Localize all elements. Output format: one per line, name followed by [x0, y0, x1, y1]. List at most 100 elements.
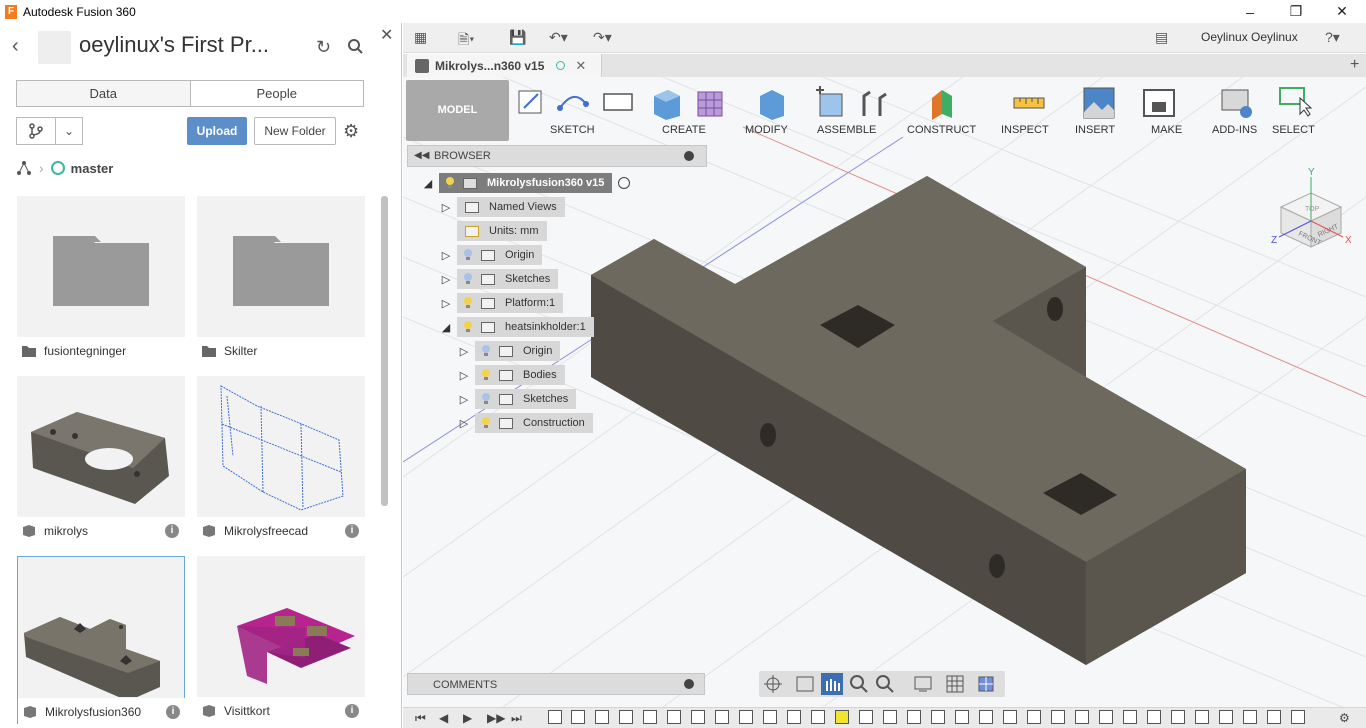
tree-item[interactable]: ◢ heatsinkholder:1: [439, 317, 594, 337]
timeline-feature[interactable]: [643, 710, 657, 724]
timeline-feature[interactable]: [691, 710, 705, 724]
rectangle-icon[interactable]: [602, 86, 634, 116]
tree-item[interactable]: ▷ Sketches: [457, 389, 577, 409]
data-item-card[interactable]: Visittkort i: [197, 556, 365, 724]
timeline-feature[interactable]: [811, 710, 825, 724]
info-icon[interactable]: i: [166, 705, 180, 719]
timeline-play-icon[interactable]: ▶: [463, 711, 472, 725]
tree-item-pill[interactable]: Sketches: [457, 269, 559, 289]
timeline-feature[interactable]: [548, 710, 562, 724]
info-icon[interactable]: i: [345, 524, 359, 538]
tree-item[interactable]: ▷ Platform:1: [439, 293, 564, 313]
extrude-icon[interactable]: [650, 86, 684, 120]
toolbar-group-assemble[interactable]: ASSEMBLE: [817, 124, 876, 136]
toolbar-group-select[interactable]: SELECT: [1272, 124, 1315, 136]
scripts-addins-icon[interactable]: [1220, 86, 1254, 120]
toolbar-group-sketch[interactable]: SKETCH: [550, 124, 595, 136]
tab-people[interactable]: People: [191, 81, 364, 106]
toolbar-group-modify[interactable]: MODIFY: [745, 124, 788, 136]
timeline-feature[interactable]: [1147, 710, 1161, 724]
apps-grid-icon[interactable]: ▦: [414, 29, 427, 46]
tree-item[interactable]: Units: mm: [457, 221, 547, 241]
timeline-feature[interactable]: [1243, 710, 1257, 724]
timeline-end-icon[interactable]: ⏭: [511, 711, 522, 726]
timeline-feature[interactable]: [595, 710, 609, 724]
3d-canvas[interactable]: MODEL SKETCH CREATE MODIFY ASSEMBLE CONS…: [403, 77, 1366, 707]
visibility-bulb-icon[interactable]: [481, 369, 491, 381]
minimize-button[interactable]: –: [1227, 0, 1273, 23]
toolbar-group-make[interactable]: MAKE: [1151, 124, 1182, 136]
tree-item[interactable]: ▷ Origin: [439, 245, 543, 265]
info-icon[interactable]: i: [345, 704, 359, 718]
tree-item-pill[interactable]: Platform:1: [457, 293, 564, 313]
fit-icon[interactable]: [876, 675, 894, 693]
toolbar-group-construct[interactable]: CONSTRUCT: [907, 124, 976, 136]
timeline-back-icon[interactable]: ◀: [439, 711, 448, 725]
close-panel-icon[interactable]: ✕: [380, 25, 393, 45]
visibility-bulb-icon[interactable]: [481, 393, 491, 405]
offset-plane-icon[interactable]: [928, 86, 962, 120]
data-item-card-selected[interactable]: Mikrolysfusion360 i: [17, 556, 186, 725]
visibility-bulb-icon[interactable]: [481, 417, 491, 429]
timeline-feature[interactable]: [1027, 710, 1041, 724]
visibility-bulb-icon[interactable]: [445, 177, 455, 189]
timeline-feature[interactable]: [1003, 710, 1017, 724]
viewports-icon[interactable]: [978, 676, 994, 692]
info-icon[interactable]: i: [165, 524, 179, 538]
visibility-bulb-icon[interactable]: [463, 321, 473, 333]
timeline-feature[interactable]: [955, 710, 969, 724]
expand-arrow-icon[interactable]: ▷: [439, 249, 453, 262]
timeline-settings-icon[interactable]: ⚙: [1339, 711, 1350, 725]
zoom-icon[interactable]: [850, 675, 868, 693]
timeline-feature-current[interactable]: [835, 710, 849, 724]
timeline-feature[interactable]: [1219, 710, 1233, 724]
insert-image-icon[interactable]: [1082, 86, 1116, 120]
timeline-feature[interactable]: [1075, 710, 1089, 724]
grid-settings-icon[interactable]: [946, 675, 964, 693]
add-tab-icon[interactable]: +: [1350, 56, 1359, 74]
tree-item-pill[interactable]: Origin: [475, 341, 561, 361]
tree-item-pill[interactable]: Construction: [475, 413, 593, 433]
timeline-feature[interactable]: [931, 710, 945, 724]
tree-item-pill[interactable]: heatsinkholder:1: [457, 317, 594, 337]
undo-icon[interactable]: ↶▾: [549, 29, 568, 46]
chevron-down-icon[interactable]: ⌄: [56, 118, 82, 144]
data-panel-scrollbar[interactable]: [381, 196, 388, 506]
visibility-bulb-icon[interactable]: [463, 273, 473, 285]
file-menu-icon[interactable]: 🗎▾: [458, 29, 474, 53]
add-comment-icon[interactable]: [684, 679, 694, 689]
collapse-arrow-icon[interactable]: ◢: [421, 177, 435, 190]
timeline-feature[interactable]: [1171, 710, 1185, 724]
tree-item-pill[interactable]: Named Views: [457, 197, 565, 217]
tree-item-pill[interactable]: Origin: [457, 245, 543, 265]
timeline-feature[interactable]: [907, 710, 921, 724]
tree-item[interactable]: ▷ Origin: [457, 341, 561, 361]
form-icon[interactable]: [692, 86, 726, 120]
joint-icon[interactable]: [856, 86, 890, 120]
orbit-icon[interactable]: [764, 675, 782, 693]
document-tab[interactable]: Mikrolys...n360 v15 ✕: [407, 54, 602, 77]
tree-root[interactable]: ◢ Mikrolysfusion360 v15: [421, 173, 631, 193]
redo-icon[interactable]: ↷▾: [593, 29, 612, 46]
expand-arrow-icon[interactable]: ▷: [457, 393, 471, 406]
data-item-card[interactable]: mikrolys i: [17, 376, 185, 544]
timeline-feature[interactable]: [1099, 710, 1113, 724]
expand-arrow-icon[interactable]: ▷: [439, 297, 453, 310]
back-arrow-icon[interactable]: ‹: [12, 35, 19, 58]
refresh-icon[interactable]: ↻: [316, 37, 331, 58]
timeline-feature[interactable]: [571, 710, 585, 724]
search-icon[interactable]: [346, 37, 366, 57]
timeline-feature[interactable]: [715, 710, 729, 724]
timeline-feature[interactable]: [667, 710, 681, 724]
timeline-start-icon[interactable]: ⏮: [415, 711, 426, 726]
display-settings-icon[interactable]: [914, 676, 932, 692]
expand-arrow-icon[interactable]: ▷: [439, 201, 453, 214]
close-tab-icon[interactable]: ✕: [575, 58, 586, 74]
tree-item-pill[interactable]: Bodies: [475, 365, 565, 385]
timeline-feature[interactable]: [1195, 710, 1209, 724]
press-pull-icon[interactable]: [754, 86, 788, 120]
help-icon[interactable]: ?▾: [1325, 29, 1340, 46]
expand-arrow-icon[interactable]: ▷: [439, 273, 453, 286]
tree-item[interactable]: ▷ Construction: [457, 413, 593, 433]
save-icon[interactable]: 💾: [509, 29, 526, 46]
